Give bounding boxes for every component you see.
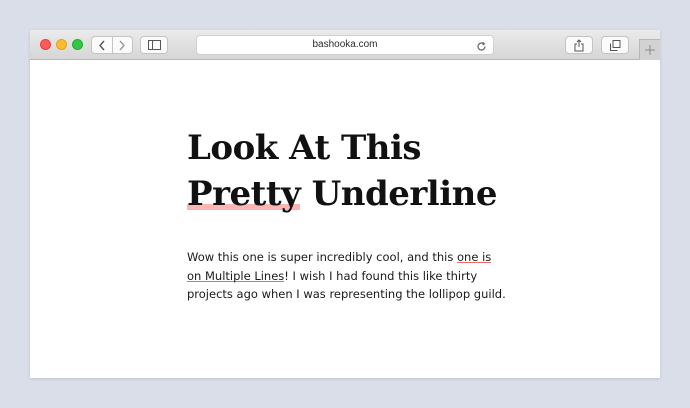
heading-highlight-word: Pretty: [187, 174, 301, 214]
browser-window: bashooka.com Look At This Pretty Underli…: [30, 30, 660, 378]
address-bar[interactable]: bashooka.com: [196, 35, 494, 55]
browser-toolbar: bashooka.com: [30, 30, 660, 60]
page-content: Look At This Pretty Underline Wow this o…: [30, 61, 660, 378]
heading-rest: Underline: [300, 174, 498, 214]
sidebar-icon: [147, 40, 161, 50]
tabs-icon: [609, 39, 620, 51]
zoom-window-button[interactable]: [72, 39, 83, 50]
chevron-left-icon: [98, 40, 105, 50]
reload-button[interactable]: [476, 39, 487, 57]
close-window-button[interactable]: [40, 39, 51, 50]
share-button[interactable]: [565, 36, 593, 54]
plus-icon: [645, 45, 655, 55]
tabs-button[interactable]: [601, 36, 629, 54]
paragraph-part-1: Wow this one is super incredibly cool, a…: [187, 250, 458, 264]
share-icon: [574, 38, 584, 51]
chevron-right-icon: [119, 40, 126, 50]
address-url: bashooka.com: [312, 39, 378, 50]
heading-line-1: Look At This: [187, 128, 422, 168]
minimize-window-button[interactable]: [56, 39, 67, 50]
reload-icon: [477, 41, 486, 51]
forward-button[interactable]: [112, 37, 132, 53]
new-tab-button[interactable]: [639, 39, 660, 60]
sidebar-button[interactable]: [140, 36, 168, 54]
navigation-buttons: [91, 36, 133, 54]
page-heading: Look At This Pretty Underline: [187, 125, 547, 217]
back-button[interactable]: [92, 37, 112, 53]
body-paragraph: Wow this one is super incredibly cool, a…: [187, 248, 507, 304]
